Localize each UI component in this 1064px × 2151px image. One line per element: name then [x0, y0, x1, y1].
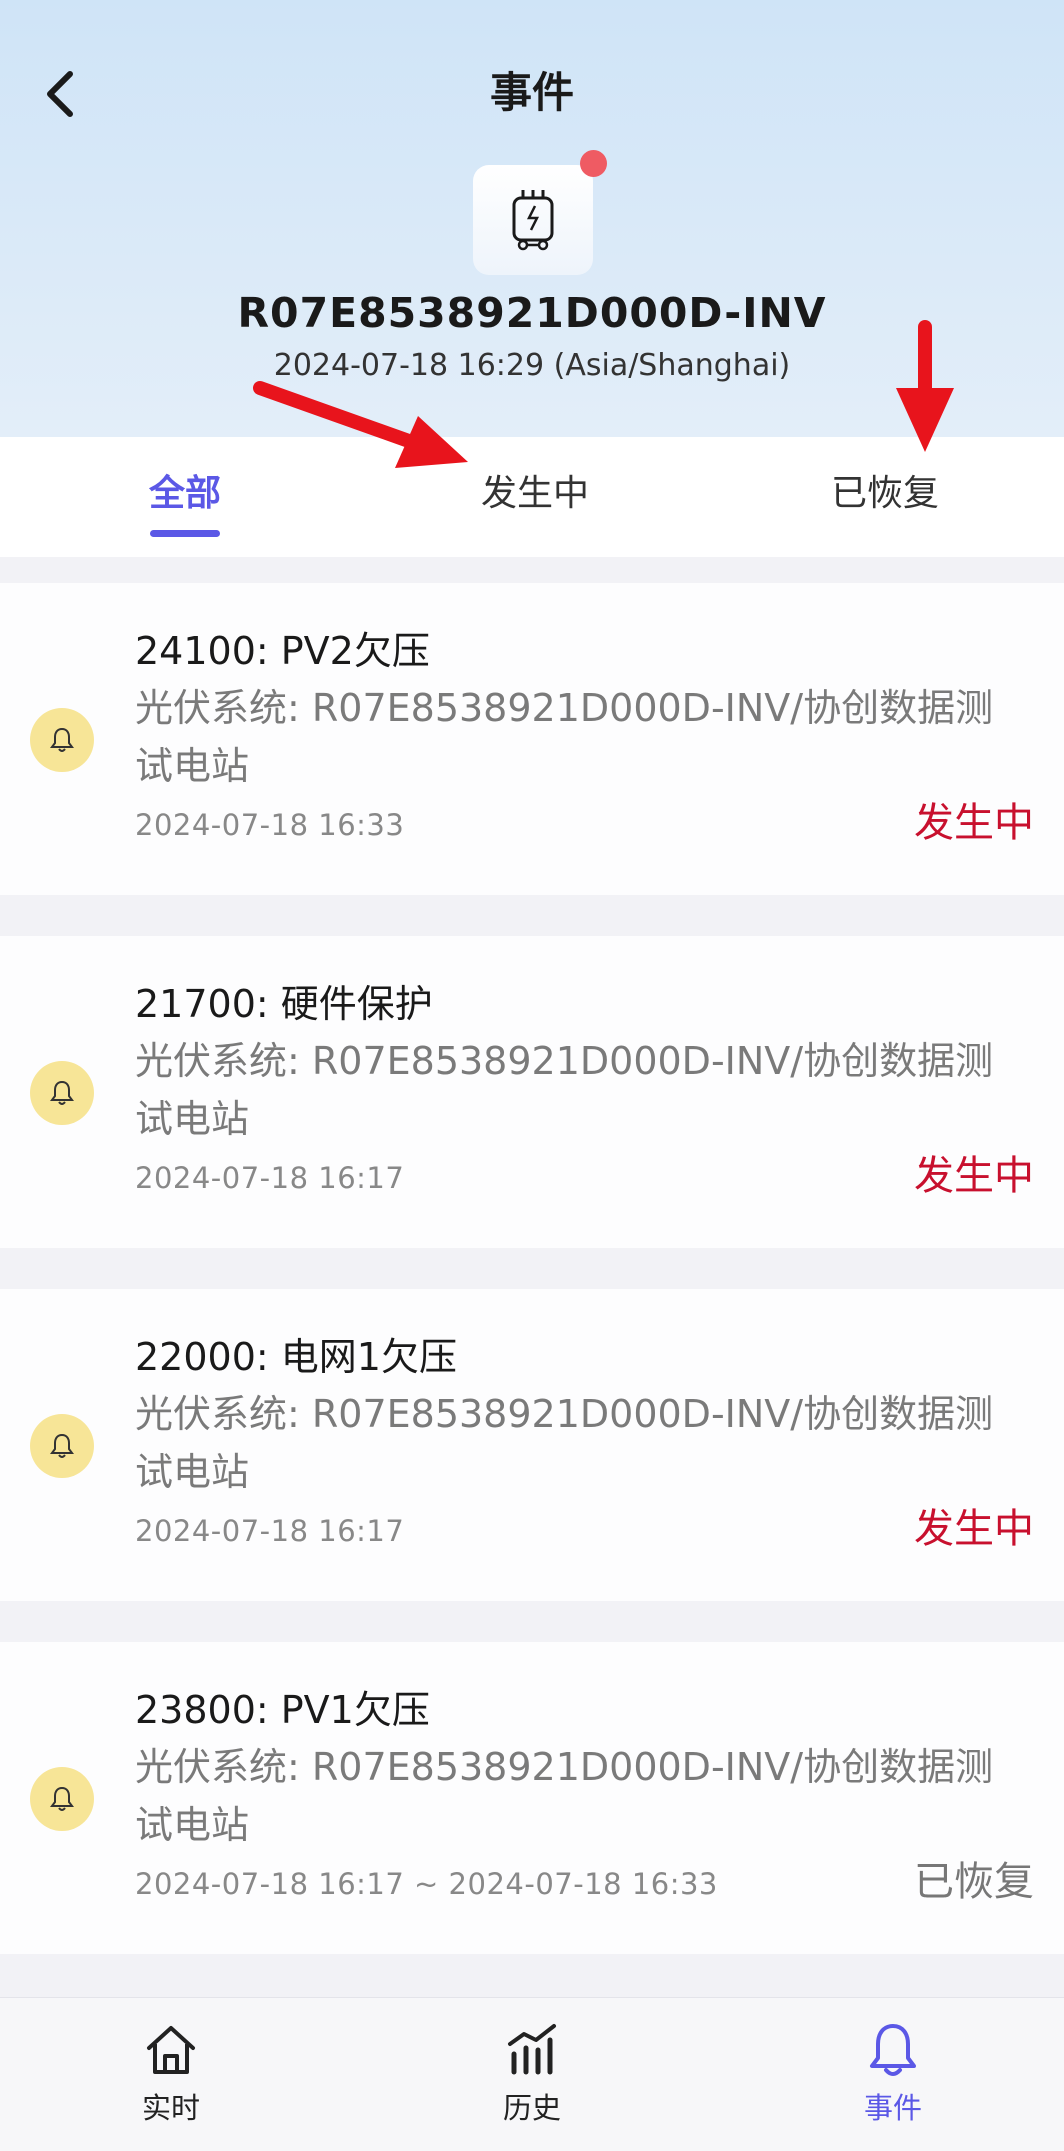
event-badge: [30, 1414, 94, 1478]
inverter-icon: [512, 190, 554, 251]
event-card[interactable]: 22000: 电网1欠压 光伏系统: R07E8538921D000D-INV/…: [0, 1289, 1064, 1601]
alert-dot: [580, 150, 607, 177]
nav-events[interactable]: 事件: [803, 1998, 983, 2151]
event-badge: [30, 1767, 94, 1831]
device-card: [473, 165, 593, 275]
bell-icon: [870, 2024, 916, 2076]
event-card[interactable]: 24100: PV2欠压 光伏系统: R07E8538921D000D-INV/…: [0, 583, 1064, 895]
event-time: 2024-07-18 16:17 ~ 2024-07-18 16:33: [135, 1867, 718, 1901]
event-badge: [30, 708, 94, 772]
event-title: 21700: 硬件保护: [135, 982, 433, 1026]
event-badge: [30, 1061, 94, 1125]
event-description: 光伏系统: R07E8538921D000D-INV/协创数据测试电站: [135, 686, 994, 788]
tab-all[interactable]: 全部: [100, 437, 270, 557]
nav-history[interactable]: 历史: [442, 1998, 622, 2151]
device-id: R07E8538921D000D-INV: [237, 289, 827, 337]
bell-icon: [50, 1433, 74, 1458]
event-description: 光伏系统: R07E8538921D000D-INV/协创数据测试电站: [135, 1392, 994, 1494]
event-title: 23800: PV1欠压: [135, 1688, 430, 1732]
tab-active-indicator: [150, 530, 220, 537]
bottom-navigation: 实时 历史 事件: [0, 1997, 1064, 2151]
page-title: 事件: [489, 68, 574, 117]
bell-icon: [50, 727, 74, 752]
nav-label: 实时: [141, 2091, 200, 2125]
home-icon: [147, 2026, 195, 2074]
bell-icon: [50, 1080, 74, 1105]
event-title: 24100: PV2欠压: [135, 629, 430, 673]
event-status: 已恢复: [914, 1859, 1034, 1905]
event-time: 2024-07-18 16:17: [135, 1514, 405, 1548]
event-status: 发生中: [914, 1153, 1034, 1199]
nav-realtime[interactable]: 实时: [81, 1998, 261, 2151]
bell-icon: [50, 1786, 74, 1811]
nav-label: 历史: [502, 2091, 561, 2125]
nav-label: 事件: [863, 2091, 922, 2125]
event-card[interactable]: 23800: PV1欠压 光伏系统: R07E8538921D000D-INV/…: [0, 1642, 1064, 1954]
event-time: 2024-07-18 16:33: [135, 808, 405, 842]
tab-recovered[interactable]: 已恢复: [800, 437, 970, 557]
event-title: 22000: 电网1欠压: [135, 1335, 457, 1379]
tab-bar: 全部 发生中 已恢复: [0, 437, 1064, 557]
event-card[interactable]: 21700: 硬件保护 光伏系统: R07E8538921D000D-INV/协…: [0, 936, 1064, 1248]
event-description: 光伏系统: R07E8538921D000D-INV/协创数据测试电站: [135, 1745, 994, 1847]
event-description: 光伏系统: R07E8538921D000D-INV/协创数据测试电站: [135, 1039, 994, 1141]
event-status: 发生中: [914, 800, 1034, 846]
chart-icon: [508, 2024, 556, 2075]
tab-occurring[interactable]: 发生中: [450, 437, 620, 557]
event-time: 2024-07-18 16:17: [135, 1161, 405, 1195]
header: 事件 R07E8538921D000D-INV 2024-07-18 16:29…: [0, 0, 1064, 437]
device-timestamp: 2024-07-18 16:29 (Asia/Shanghai): [273, 348, 791, 383]
event-status: 发生中: [914, 1506, 1034, 1552]
